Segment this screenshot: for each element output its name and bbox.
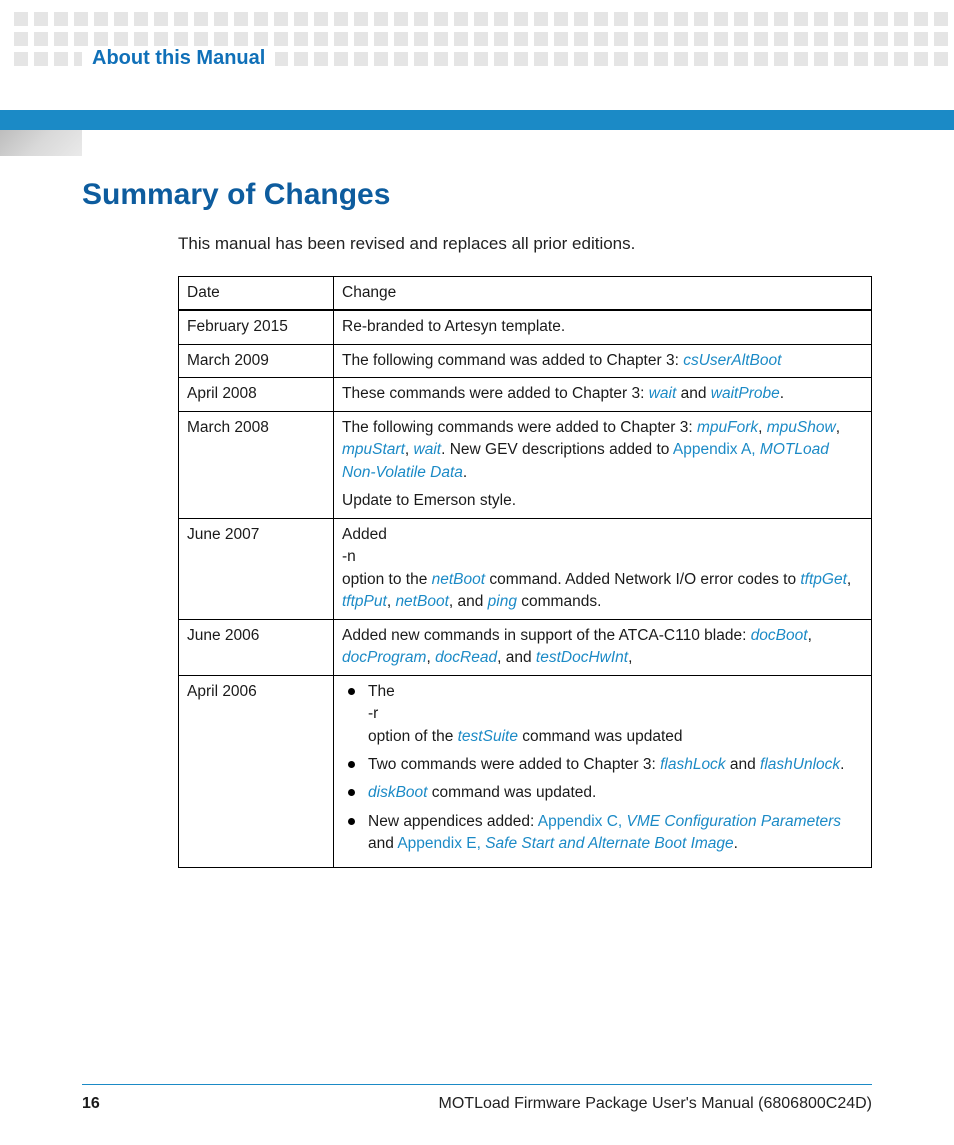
link-testdochwint[interactable]: testDocHwInt [536,649,628,666]
cell-change: Added -n option to the netBoot command. … [334,518,872,619]
header-gray-accent [0,130,82,156]
cell-change: Added new commands in support of the ATC… [334,619,872,675]
link-netboot[interactable]: netBoot [395,593,448,610]
link-tftpput[interactable]: tftpPut [342,593,387,610]
footer-rule [82,1084,872,1085]
link-mpushow[interactable]: mpuShow [767,419,836,436]
footer-manual-title: MOTLoad Firmware Package User's Manual (… [439,1095,872,1113]
list-item: diskBoot command was updated. [342,782,863,804]
link-diskboot[interactable]: diskBoot [368,784,427,801]
link-appendix-e[interactable]: Appendix E, Safe Start and Alternate Boo… [397,835,733,852]
link-mpustart[interactable]: mpuStart [342,441,405,458]
link-flashunlock[interactable]: flashUnlock [760,756,840,773]
link-tftpget[interactable]: tftpGet [800,571,847,588]
table-row: April 2008 These commands were added to … [179,378,872,411]
intro-paragraph: This manual has been revised and replace… [178,234,872,254]
section-label: About this Manual [82,47,275,70]
list-item: The -r option of the testSuite command w… [342,681,863,748]
cell-date: June 2007 [179,518,334,619]
link-flashlock[interactable]: flashLock [660,756,725,773]
table-row: February 2015 Re-branded to Artesyn temp… [179,310,872,344]
table-row: June 2007 Added -n option to the netBoot… [179,518,872,619]
cell-date: April 2006 [179,675,334,867]
link-wait[interactable]: wait [649,385,677,402]
cell-change: The following command was added to Chapt… [334,344,872,377]
changes-table: Date Change February 2015 Re-branded to … [178,276,872,868]
table-row: April 2006 The -r option of the testSuit… [179,675,872,867]
cell-date: April 2008 [179,378,334,411]
page-number: 16 [82,1095,100,1113]
cell-change: The -r option of the testSuite command w… [334,675,872,867]
cell-date: March 2008 [179,411,334,518]
link-mpufork[interactable]: mpuFork [697,419,758,436]
link-waitprobe[interactable]: waitProbe [711,385,780,402]
link-wait[interactable]: wait [414,441,442,458]
cell-change: Re-branded to Artesyn template. [334,310,872,344]
link-netboot[interactable]: netBoot [432,571,485,588]
link-docread[interactable]: docRead [435,649,497,666]
cell-change: These commands were added to Chapter 3: … [334,378,872,411]
table-row: March 2008 The following commands were a… [179,411,872,518]
cell-date: February 2015 [179,310,334,344]
cell-date: June 2006 [179,619,334,675]
col-change: Change [334,277,872,311]
link-testsuite[interactable]: testSuite [458,728,518,745]
link-csuseraltboot[interactable]: csUserAltBoot [683,352,781,369]
table-row: March 2009 The following command was add… [179,344,872,377]
col-date: Date [179,277,334,311]
link-docprogram[interactable]: docProgram [342,649,426,666]
table-row: June 2006 Added new commands in support … [179,619,872,675]
main-content: Summary of Changes This manual has been … [82,178,872,868]
link-ping[interactable]: ping [488,593,517,610]
link-docboot[interactable]: docBoot [751,627,808,644]
list-item: New appendices added: Appendix C, VME Co… [342,811,863,856]
header-blue-bar [0,110,954,130]
list-item: Two commands were added to Chapter 3: fl… [342,754,863,776]
link-appendix-c[interactable]: Appendix C, VME Configuration Parameters [538,813,841,830]
cell-date: March 2009 [179,344,334,377]
page-heading: Summary of Changes [82,178,872,212]
cell-change: The following commands were added to Cha… [334,411,872,518]
